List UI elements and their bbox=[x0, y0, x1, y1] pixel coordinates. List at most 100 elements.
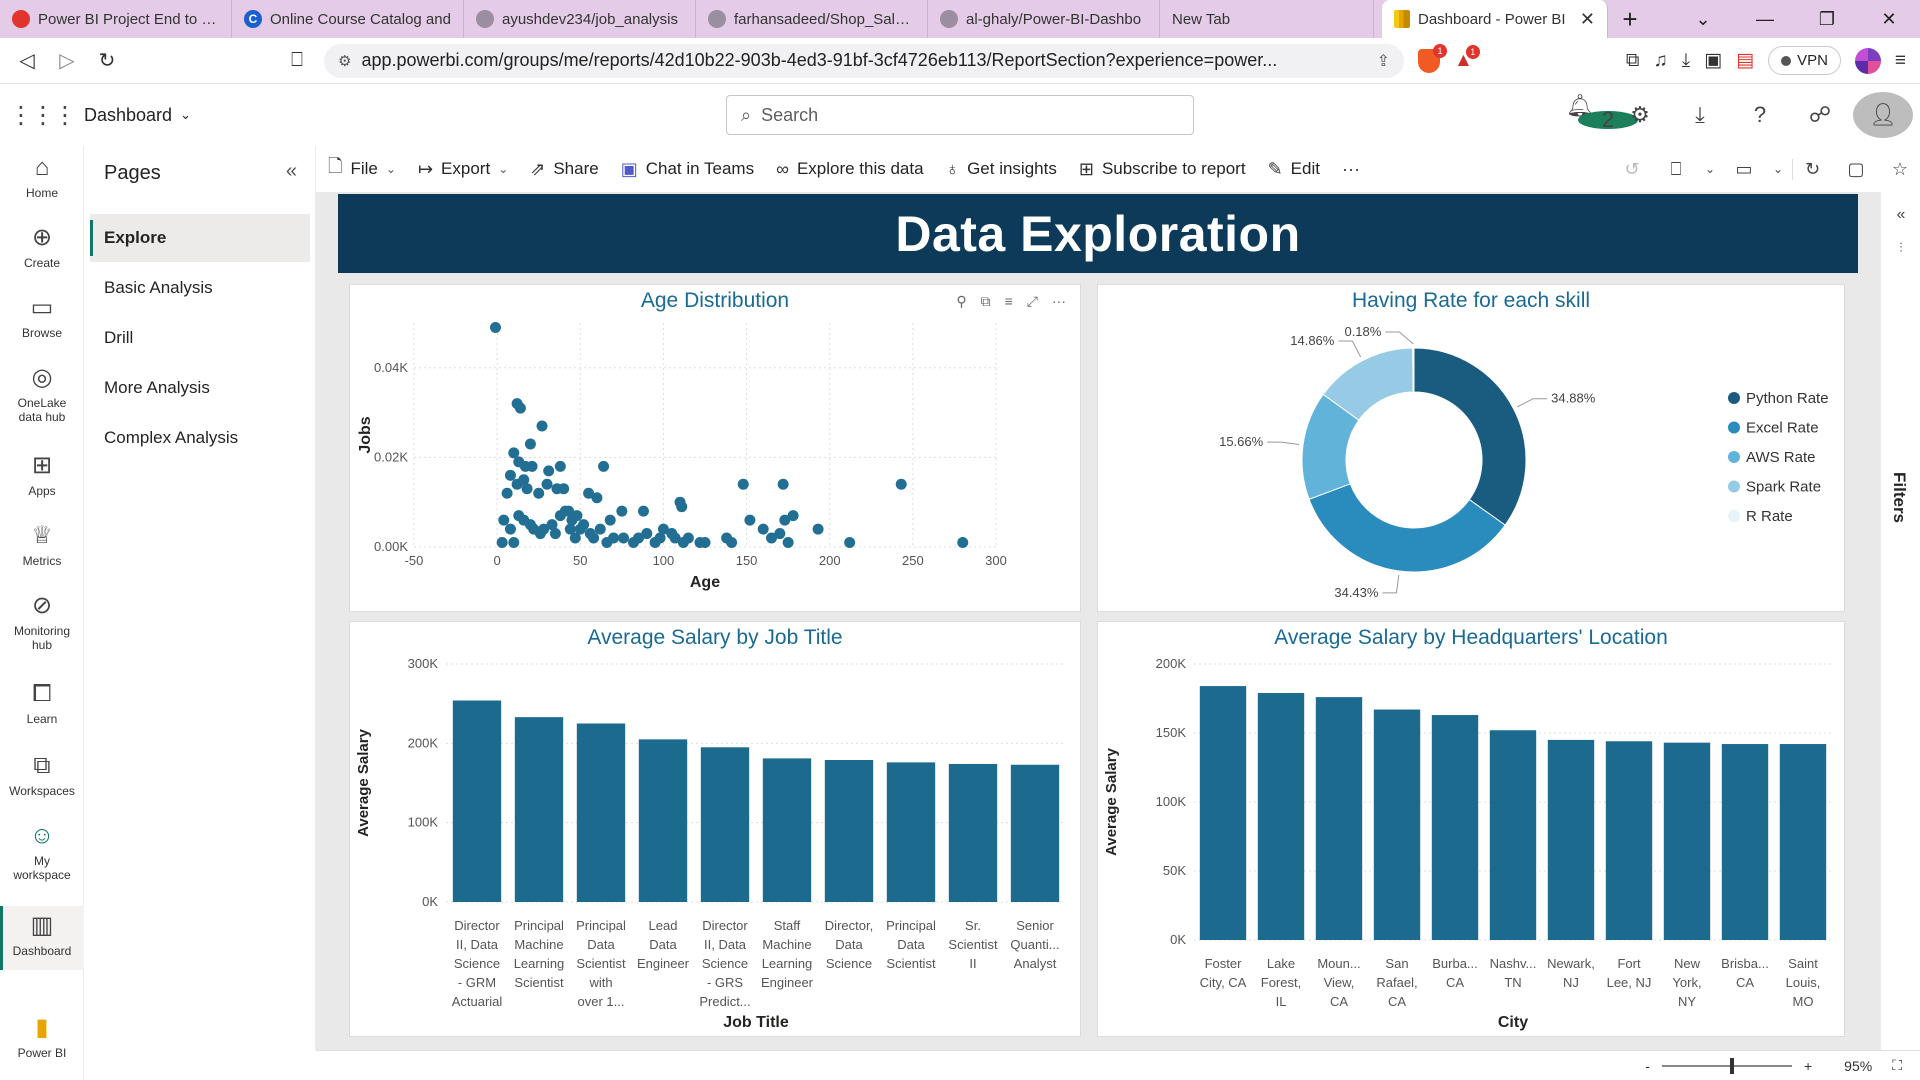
rail-item-learn[interactable]: ⧠ Learn bbox=[0, 680, 84, 726]
legend-label: Python Rate bbox=[1746, 390, 1829, 407]
salary-by-job-visual[interactable]: Average Salary by Job Title 0K 100K 200K 30… bbox=[349, 621, 1081, 1037]
leader-line bbox=[1382, 574, 1400, 594]
salary-by-location-visual[interactable]: Average Salary by Headquarters' Location… bbox=[1097, 621, 1845, 1037]
help-icon[interactable]: ? bbox=[1730, 102, 1790, 128]
share-button[interactable]: ⇗ Share bbox=[530, 159, 598, 180]
expand-filters-icon[interactable]: « bbox=[1881, 206, 1920, 224]
url-field[interactable]: ⚙ app.powerbi.com/groups/me/reports/42d1… bbox=[324, 43, 1404, 78]
reset-icon[interactable]: ↺ bbox=[1612, 159, 1652, 180]
zoom-in-button[interactable]: + bbox=[1804, 1058, 1812, 1074]
brave-shield-icon[interactable]: 1 bbox=[1418, 43, 1447, 73]
fit-to-page-icon[interactable]: ⛶ bbox=[1892, 1057, 1902, 1074]
rail-item-metrics[interactable]: ♕ Metrics bbox=[0, 522, 84, 568]
page-item-drill[interactable]: Drill bbox=[90, 314, 310, 362]
y-tick-label: 0.02K bbox=[374, 449, 408, 464]
export-menu[interactable]: ↦ Export ⌄ bbox=[418, 159, 508, 180]
chat-in-teams-button[interactable]: ▣ Chat in Teams bbox=[621, 159, 754, 180]
search-box[interactable]: ⌕ Search bbox=[726, 95, 1194, 135]
notifications-icon[interactable]: 🔔︎ 2 bbox=[1550, 93, 1638, 137]
media-icon[interactable]: ♫ bbox=[1654, 50, 1668, 72]
bar bbox=[948, 763, 998, 902]
downloads-icon[interactable]: ⤓ bbox=[1682, 50, 1690, 72]
minimize-button[interactable]: — bbox=[1734, 9, 1796, 30]
chevron-down-icon[interactable]: ⌄ bbox=[1768, 162, 1788, 176]
chevron-down-icon[interactable]: ⌄ bbox=[1700, 162, 1720, 176]
bookmark-icon[interactable]: ⎕ bbox=[284, 49, 310, 72]
rail-item-home[interactable]: ⌂ Home bbox=[0, 154, 84, 200]
rail-label: Monitoring hub bbox=[13, 624, 71, 652]
browser-tab[interactable]: Power BI Project End to End bbox=[0, 0, 232, 38]
rail-item-create[interactable]: ⊕ Create bbox=[0, 224, 84, 270]
back-icon[interactable]: ◁ bbox=[14, 48, 40, 73]
extensions-icon[interactable]: ⧉ bbox=[1626, 50, 1640, 72]
favorite-star-icon[interactable]: ☆ bbox=[1880, 159, 1920, 180]
tab-search-icon[interactable]: ⌄ bbox=[1672, 9, 1734, 30]
account-button[interactable]: 👤︎ bbox=[1850, 92, 1920, 138]
profile-avatar[interactable] bbox=[1854, 47, 1881, 74]
zoom-out-button[interactable]: - bbox=[1645, 1058, 1650, 1074]
get-insights-button[interactable]: ♁ Get insights bbox=[946, 159, 1057, 180]
share-page-icon[interactable]: ⇪ bbox=[1377, 51, 1390, 71]
page-item-explore[interactable]: Explore bbox=[90, 214, 310, 262]
comment-icon[interactable]: ▢ bbox=[1836, 159, 1876, 180]
zoom-slider[interactable] bbox=[1661, 1057, 1792, 1074]
rail-item-apps[interactable]: ⊞ Apps bbox=[0, 452, 84, 498]
settings-gear-icon[interactable]: ⚙ bbox=[1610, 102, 1670, 128]
browser-tab[interactable]: New Tab bbox=[1160, 0, 1374, 38]
scatter-point bbox=[618, 532, 630, 544]
page-item-complex-analysis[interactable]: Complex Analysis bbox=[90, 414, 310, 462]
rail-item-dashboard[interactable]: ▥ Dashboard bbox=[0, 906, 84, 970]
browser-tab-active[interactable]: Dashboard - Power BI ✕ bbox=[1382, 0, 1608, 38]
browser-tab[interactable]: farhansadeed/Shop_Sales_ bbox=[696, 0, 928, 38]
site-settings-icon[interactable]: ⚙ bbox=[338, 52, 351, 70]
powerbi-favicon-icon bbox=[1394, 10, 1410, 28]
brave-rewards-icon[interactable]: ▲ 1 bbox=[1454, 44, 1480, 72]
zoom-slider-thumb[interactable] bbox=[1729, 1057, 1734, 1074]
new-tab-button[interactable]: + bbox=[1608, 0, 1652, 38]
feedback-icon[interactable]: ☍ bbox=[1790, 102, 1850, 128]
filters-pane[interactable]: « ⫶ Filters bbox=[1880, 192, 1920, 1050]
rail-item-onelake[interactable]: ◎ OneLake data hub bbox=[0, 364, 84, 424]
file-menu[interactable]: 🗋︎ File ⌄ bbox=[328, 154, 396, 184]
subscribe-button[interactable]: ⊞ Subscribe to report bbox=[1079, 159, 1246, 180]
vpn-button[interactable]: VPN bbox=[1768, 46, 1841, 75]
more-options-button[interactable]: ··· bbox=[1342, 159, 1360, 180]
browser-tab[interactable]: ayushdev234/job_analysis bbox=[464, 0, 696, 38]
x-tick-label: Sr. Scientist II bbox=[948, 918, 998, 971]
wallet-icon[interactable]: ▤ bbox=[1736, 49, 1754, 72]
page-item-more-analysis[interactable]: More Analysis bbox=[90, 364, 310, 412]
download-icon[interactable]: ⤓ bbox=[1670, 102, 1730, 128]
y-axis-title: Jobs bbox=[357, 416, 374, 453]
y-tick-label: 150K bbox=[1156, 725, 1187, 740]
rail-item-browse[interactable]: ▭ Browse bbox=[0, 294, 84, 340]
x-tick-label: Lake Forest, IL bbox=[1261, 956, 1301, 1009]
restore-button[interactable]: ❐ bbox=[1796, 9, 1858, 30]
reload-icon[interactable]: ↻ bbox=[94, 48, 120, 73]
view-icon[interactable]: ▭ bbox=[1724, 159, 1764, 180]
app-launcher-icon[interactable]: ⋮⋮⋮ bbox=[0, 101, 84, 130]
rail-item-my-workspace[interactable]: ☺ My workspace bbox=[0, 822, 84, 882]
browser-tab[interactable]: al-ghaly/Power-BI-Dashbo bbox=[928, 0, 1160, 38]
menu-icon[interactable]: ≡ bbox=[1895, 50, 1906, 72]
rail-item-workspaces[interactable]: ⧉ Workspaces bbox=[0, 752, 84, 798]
age-distribution-visual[interactable]: Age Distribution ⚲ ⧉ ≡ ⤢ ··· -50 0 50 100 15… bbox=[349, 284, 1081, 612]
collapse-pages-icon[interactable]: « bbox=[286, 160, 297, 183]
skill-rate-visual[interactable]: Having Rate for each skill 34.88% 34.43% 1… bbox=[1097, 284, 1845, 612]
close-tab-icon[interactable]: ✕ bbox=[1580, 9, 1595, 30]
bookmark-icon[interactable]: ⎕ bbox=[1656, 159, 1696, 180]
x-tick-label: Saint Louis, MO bbox=[1786, 956, 1821, 1009]
y-tick-label: 200K bbox=[408, 735, 439, 750]
rail-item-monitoring[interactable]: ⊘ Monitoring hub bbox=[0, 592, 84, 652]
browser-tab[interactable]: C Online Course Catalog and bbox=[232, 0, 464, 38]
forward-icon[interactable]: ▷ bbox=[54, 48, 80, 73]
explore-data-button[interactable]: ∞ Explore this data bbox=[776, 159, 923, 180]
avatar: 👤︎ bbox=[1853, 92, 1913, 138]
refresh-icon[interactable]: ↻ bbox=[1792, 158, 1832, 180]
page-item-basic-analysis[interactable]: Basic Analysis bbox=[90, 264, 310, 312]
edit-button[interactable]: ✎ Edit bbox=[1268, 159, 1320, 180]
scatter-point bbox=[588, 532, 600, 544]
workspace-selector[interactable]: Dashboard ⌄ bbox=[84, 105, 191, 126]
close-window-button[interactable]: ✕ bbox=[1858, 9, 1920, 30]
sidebar-icon[interactable]: ▣ bbox=[1704, 49, 1722, 72]
rail-item-powerbi[interactable]: ▮ Power BI bbox=[0, 1014, 84, 1060]
